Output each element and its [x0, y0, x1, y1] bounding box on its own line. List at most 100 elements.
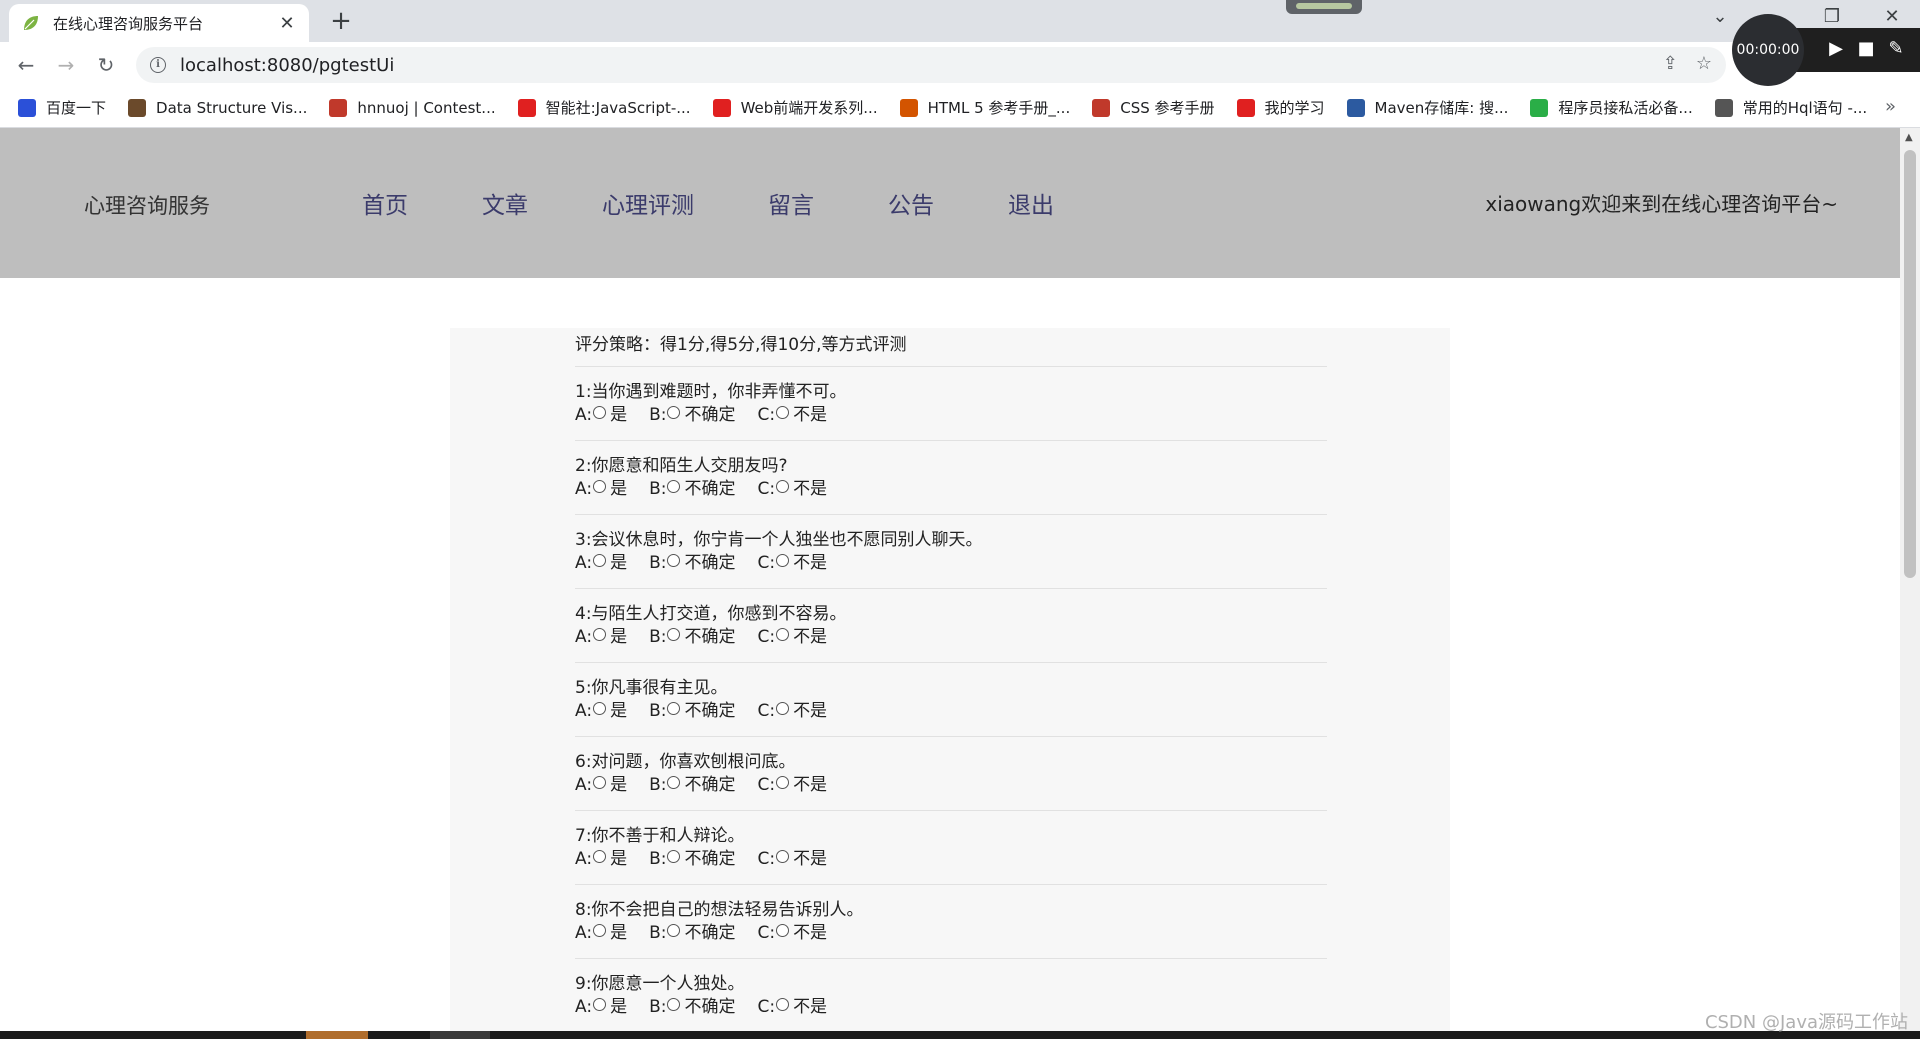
radio-button[interactable] — [776, 775, 790, 789]
option-c[interactable]: C: 不是 — [757, 403, 827, 427]
nav-articles[interactable]: 文章 — [482, 186, 528, 220]
option-c[interactable]: C: 不是 — [757, 995, 827, 1019]
option-c[interactable]: C: 不是 — [757, 773, 827, 797]
option-b[interactable]: B: 不确定 — [649, 625, 735, 649]
radio-button[interactable] — [593, 701, 607, 715]
pen-icon[interactable]: ✎ — [1884, 38, 1908, 59]
radio-button[interactable] — [776, 849, 790, 863]
stop-icon[interactable]: ■ — [1854, 38, 1878, 59]
bookmark-label: HTML 5 参考手册_... — [927, 99, 1071, 117]
option-c[interactable]: C: 不是 — [757, 625, 827, 649]
browser-tab[interactable]: 在线心理咨询服务平台 ✕ — [9, 4, 309, 42]
radio-button[interactable] — [593, 553, 607, 567]
back-icon[interactable]: ← — [6, 53, 46, 77]
option-a[interactable]: A: 是 — [575, 403, 627, 427]
radio-button[interactable] — [776, 923, 790, 937]
bookmark-item[interactable]: HTML 5 参考手册_... — [899, 97, 1071, 118]
nav-logout[interactable]: 退出 — [1008, 186, 1054, 220]
option-b[interactable]: B: 不确定 — [649, 699, 735, 723]
option-c[interactable]: C: 不是 — [757, 699, 827, 723]
radio-button[interactable] — [667, 405, 681, 419]
forward-icon[interactable]: → — [46, 53, 86, 77]
radio-button[interactable] — [776, 553, 790, 567]
taskbar-item[interactable] — [430, 1031, 490, 1039]
new-tab-button[interactable]: + — [326, 6, 356, 36]
option-a[interactable]: A: 是 — [575, 551, 627, 575]
option-prefix: B: — [649, 479, 667, 499]
taskbar-item[interactable] — [306, 1031, 368, 1039]
option-c[interactable]: C: 不是 — [757, 551, 827, 575]
scroll-thumb[interactable] — [1904, 150, 1916, 578]
radio-button[interactable] — [667, 553, 681, 567]
option-b[interactable]: B: 不确定 — [649, 477, 735, 501]
info-icon[interactable]: i — [150, 57, 166, 73]
radio-button[interactable] — [776, 405, 790, 419]
bookmark-item[interactable]: Maven存储库: 搜... — [1346, 97, 1508, 118]
option-b[interactable]: B: 不确定 — [649, 995, 735, 1019]
option-a[interactable]: A: 是 — [575, 921, 627, 945]
nav-assessment[interactable]: 心理评测 — [602, 186, 694, 220]
radio-button[interactable] — [667, 627, 681, 641]
radio-button[interactable] — [593, 405, 607, 419]
radio-button[interactable] — [776, 997, 790, 1011]
nav-home[interactable]: 首页 — [362, 186, 408, 220]
option-prefix: C: — [757, 849, 776, 869]
radio-button[interactable] — [776, 627, 790, 641]
bookmark-item[interactable]: 程序员接私活必备... — [1530, 97, 1693, 118]
question-item: 5:你凡事很有主见。 A: 是 B: 不确定 C: 不是 — [575, 662, 1327, 736]
radio-button[interactable] — [593, 775, 607, 789]
bookmark-item[interactable]: hnnuoj | Contest... — [329, 98, 496, 117]
radio-button[interactable] — [667, 923, 681, 937]
reload-icon[interactable]: ↻ — [86, 53, 126, 77]
play-icon[interactable]: ▶ — [1824, 38, 1848, 59]
radio-button[interactable] — [667, 849, 681, 863]
share-icon[interactable]: ⇪ — [1663, 53, 1678, 74]
option-a[interactable]: A: 是 — [575, 847, 627, 871]
nav-messages[interactable]: 留言 — [768, 186, 814, 220]
url-text[interactable]: localhost:8080/pgtestUi — [180, 55, 394, 76]
radio-button[interactable] — [667, 997, 681, 1011]
radio-button[interactable] — [593, 479, 607, 493]
option-b[interactable]: B: 不确定 — [649, 847, 735, 871]
option-b[interactable]: B: 不确定 — [649, 403, 735, 427]
nav-notices[interactable]: 公告 — [888, 186, 934, 220]
address-bar[interactable]: i localhost:8080/pgtestUi ⇪ ☆ — [136, 47, 1726, 83]
option-b[interactable]: B: 不确定 — [649, 551, 735, 575]
bookmarks-more-icon[interactable]: » — [1885, 96, 1896, 117]
page-scrollbar[interactable]: ▲ — [1900, 128, 1920, 1031]
bookmark-item[interactable]: CSS 参考手册 — [1092, 97, 1215, 118]
option-c[interactable]: C: 不是 — [757, 477, 827, 501]
option-prefix: C: — [757, 479, 776, 499]
option-a[interactable]: A: 是 — [575, 773, 627, 797]
radio-button[interactable] — [776, 479, 790, 493]
option-text: 是 — [610, 553, 628, 573]
bookmark-item[interactable]: 百度一下 — [18, 97, 106, 118]
bookmark-item[interactable]: Data Structure Vis... — [128, 98, 307, 117]
radio-button[interactable] — [593, 849, 607, 863]
radio-button[interactable] — [667, 701, 681, 715]
star-icon[interactable]: ☆ — [1696, 53, 1712, 74]
bookmark-item[interactable]: 常用的Hql语句 -... — [1714, 97, 1867, 118]
option-b[interactable]: B: 不确定 — [649, 773, 735, 797]
scroll-up-arrow-icon[interactable]: ▲ — [1905, 132, 1913, 143]
option-c[interactable]: C: 不是 — [757, 921, 827, 945]
bookmark-item[interactable]: 我的学习 — [1236, 97, 1325, 118]
radio-button[interactable] — [776, 701, 790, 715]
option-a[interactable]: A: 是 — [575, 625, 627, 649]
radio-button[interactable] — [593, 997, 607, 1011]
option-b[interactable]: B: 不确定 — [649, 921, 735, 945]
bookmark-item[interactable]: 智能社:JavaScript-... — [517, 97, 691, 118]
site-brand: 心理咨询服务 — [84, 194, 210, 218]
radio-button[interactable] — [667, 479, 681, 493]
option-a[interactable]: A: 是 — [575, 995, 627, 1019]
close-icon[interactable]: ✕ — [277, 13, 297, 34]
radio-button[interactable] — [593, 923, 607, 937]
option-c[interactable]: C: 不是 — [757, 847, 827, 871]
bookmark-item[interactable]: Web前端开发系列... — [712, 97, 878, 118]
option-a[interactable]: A: 是 — [575, 699, 627, 723]
option-a[interactable]: A: 是 — [575, 477, 627, 501]
radio-button[interactable] — [667, 775, 681, 789]
maven-icon — [1346, 98, 1365, 117]
radio-button[interactable] — [593, 627, 607, 641]
option-prefix: A: — [575, 775, 593, 795]
